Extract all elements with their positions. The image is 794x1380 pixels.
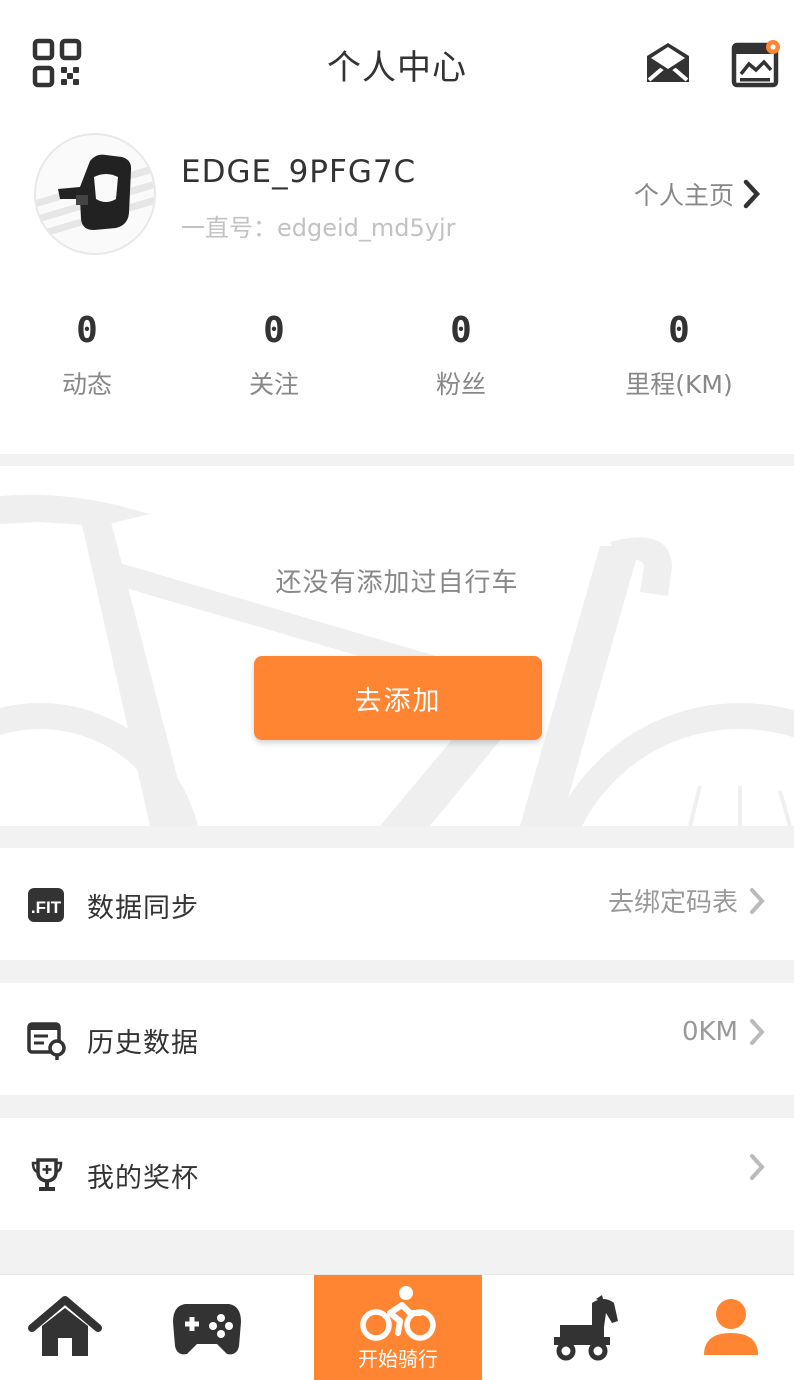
tab-home[interactable] [20,1275,110,1380]
avatar[interactable] [34,133,156,255]
pedal-avatar-icon [36,154,154,240]
menu-item-history[interactable]: 历史数据 0KM [0,983,794,1095]
fit-file-icon: .FIT [28,888,64,922]
stat-label: 粉丝 [435,370,486,399]
user-id: 一直号：edgeid_md5yjr [181,214,456,242]
stat-mileage[interactable]: 0 里程(KM) [599,310,759,401]
menu-item-trophies[interactable]: 我的奖杯 [0,1118,794,1230]
tab-start-ride[interactable]: 开始骑行 [314,1275,482,1380]
top-bar: 个人中心 [0,0,794,120]
username: EDGE_9PFG7C [181,154,417,190]
chevron-right-icon [743,179,761,209]
user-icon [704,1299,758,1355]
bike-icon [360,1285,436,1341]
homepage-link[interactable]: 个人主页 [634,176,762,212]
stat-label: 关注 [248,370,299,399]
gamepad-icon [173,1304,241,1355]
stat-value: 0 [76,310,98,351]
stat-label: 里程(KM) [625,370,733,399]
chevron-right-icon [750,887,765,914]
menu-label: 数据同步 [87,893,199,924]
bike-silhouette-icon [0,494,794,826]
menu-value: 去绑定码表 [607,888,738,918]
trojan-horse-icon [554,1295,618,1361]
menu-value-wrap: 0KM [682,1017,766,1047]
svg-text:.FIT: .FIT [31,898,62,917]
stats-bar: 0 动态 0 关注 0 粉丝 0 里程(KM) [0,310,794,420]
tab-ride-label: 开始骑行 [358,1346,438,1371]
settings-board-icon[interactable] [731,38,781,88]
tab-trojan[interactable] [542,1275,632,1380]
stat-followers[interactable]: 0 粉丝 [381,310,541,401]
tab-games[interactable] [162,1275,252,1380]
stat-value: 0 [450,310,472,351]
homepage-label: 个人主页 [633,181,734,210]
menu-label: 我的奖杯 [87,1163,199,1194]
menu-label: 历史数据 [87,1028,199,1059]
stat-label: 动态 [61,370,112,399]
chevron-right-icon [750,1154,765,1180]
mail-icon[interactable] [643,38,693,88]
tab-profile[interactable] [686,1275,776,1380]
profile-card: EDGE_9PFG7C 一直号：edgeid_md5yjr 个人主页 0 动态 … [0,120,794,454]
bottom-tab-bar: 开始骑行 [0,1274,794,1380]
trophy-icon [31,1158,63,1191]
page: 个人中心 EDGE_9PFG7C 一直号：edgeid_md5yjr 个人主页 … [0,0,794,1380]
stat-posts[interactable]: 0 动态 [7,310,167,401]
menu-value-wrap: 去绑定码表 [608,882,766,919]
menu-value-wrap [738,1152,766,1182]
chevron-right-icon [750,1019,765,1045]
home-icon [28,1296,102,1356]
add-bike-button[interactable]: 去添加 [254,656,542,740]
stat-value: 0 [668,310,690,351]
history-data-icon [27,1022,66,1060]
menu-item-data-sync[interactable]: .FIT 数据同步 去绑定码表 [0,848,794,960]
stat-following[interactable]: 0 关注 [194,310,354,401]
stat-value: 0 [263,310,285,351]
menu-value: 0KM [681,1017,738,1047]
bike-section: 还没有添加过自行车 去添加 [0,466,794,826]
empty-bike-text: 还没有添加过自行车 [275,568,519,598]
